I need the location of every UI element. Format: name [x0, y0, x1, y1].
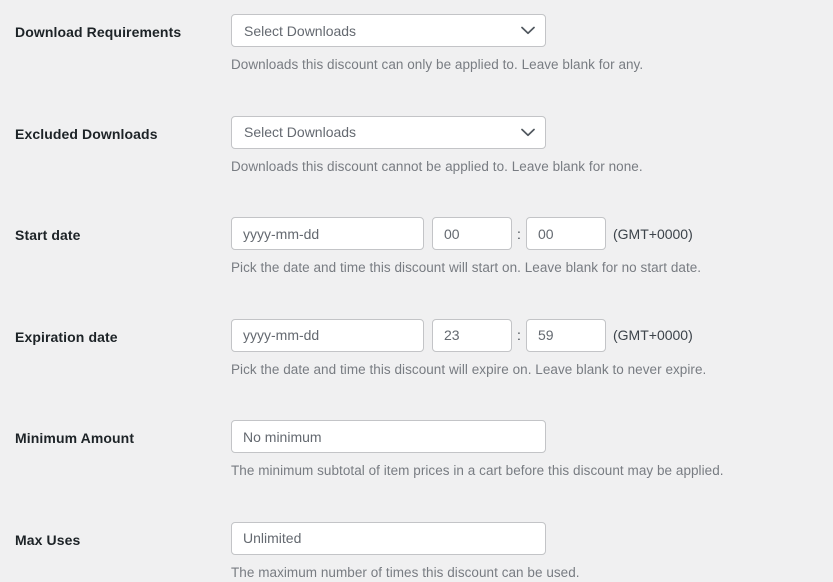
- label-download-requirements: Download Requirements: [0, 14, 231, 41]
- expiration-hour-input[interactable]: 23: [432, 319, 512, 352]
- field-start-date: yyyy-mm-dd 00 : 00 (GMT+0000) Pick the d…: [231, 217, 833, 278]
- field-line: Unlimited: [231, 522, 833, 555]
- field-minimum-amount: No minimum The minimum subtotal of item …: [231, 420, 833, 481]
- help-text-start-date: Pick the date and time this discount wil…: [231, 258, 833, 278]
- field-excluded-downloads: Select Downloads Downloads this discount…: [231, 116, 833, 177]
- time-separator: :: [512, 327, 526, 343]
- start-date-timezone-label: (GMT+0000): [613, 226, 693, 242]
- label-expiration-date: Expiration date: [0, 319, 231, 346]
- label-max-uses: Max Uses: [0, 522, 231, 549]
- field-line: Select Downloads: [231, 14, 833, 47]
- select-wrap-download-requirements: Select Downloads: [231, 14, 546, 47]
- help-text-max-uses: The maximum number of times this discoun…: [231, 563, 833, 582]
- field-line: yyyy-mm-dd 00 : 00 (GMT+0000): [231, 217, 833, 250]
- form-row-max-uses: Max Uses Unlimited The maximum number of…: [0, 522, 833, 582]
- field-line: No minimum: [231, 420, 833, 453]
- field-line: Select Downloads: [231, 116, 833, 149]
- expiration-minute-input[interactable]: 59: [526, 319, 606, 352]
- select-download-requirements[interactable]: Select Downloads: [231, 14, 546, 47]
- expiration-date-timezone-label: (GMT+0000): [613, 327, 693, 343]
- help-text-minimum-amount: The minimum subtotal of item prices in a…: [231, 461, 833, 481]
- max-uses-input[interactable]: Unlimited: [231, 522, 546, 555]
- start-hour-input[interactable]: 00: [432, 217, 512, 250]
- expiration-date-input[interactable]: yyyy-mm-dd: [231, 319, 424, 352]
- help-text-excluded-downloads: Downloads this discount cannot be applie…: [231, 157, 833, 177]
- field-download-requirements: Select Downloads Downloads this discount…: [231, 14, 833, 75]
- form-row-download-requirements: Download Requirements Select Downloads D…: [0, 14, 833, 75]
- discount-settings-form: Download Requirements Select Downloads D…: [0, 0, 833, 582]
- label-start-date: Start date: [0, 217, 231, 244]
- form-row-start-date: Start date yyyy-mm-dd 00 : 00 (GMT+0000)…: [0, 217, 833, 278]
- label-minimum-amount: Minimum Amount: [0, 420, 231, 447]
- minimum-amount-input[interactable]: No minimum: [231, 420, 546, 453]
- start-date-input[interactable]: yyyy-mm-dd: [231, 217, 424, 250]
- select-wrap-excluded-downloads: Select Downloads: [231, 116, 546, 149]
- start-minute-input[interactable]: 00: [526, 217, 606, 250]
- field-expiration-date: yyyy-mm-dd 23 : 59 (GMT+0000) Pick the d…: [231, 319, 833, 380]
- field-max-uses: Unlimited The maximum number of times th…: [231, 522, 833, 582]
- time-separator: :: [512, 226, 526, 242]
- help-text-download-requirements: Downloads this discount can only be appl…: [231, 55, 833, 75]
- form-row-minimum-amount: Minimum Amount No minimum The minimum su…: [0, 420, 833, 481]
- form-row-excluded-downloads: Excluded Downloads Select Downloads Down…: [0, 116, 833, 177]
- select-excluded-downloads[interactable]: Select Downloads: [231, 116, 546, 149]
- form-row-expiration-date: Expiration date yyyy-mm-dd 23 : 59 (GMT+…: [0, 319, 833, 380]
- help-text-expiration-date: Pick the date and time this discount wil…: [231, 360, 833, 380]
- field-line: yyyy-mm-dd 23 : 59 (GMT+0000): [231, 319, 833, 352]
- label-excluded-downloads: Excluded Downloads: [0, 116, 231, 143]
